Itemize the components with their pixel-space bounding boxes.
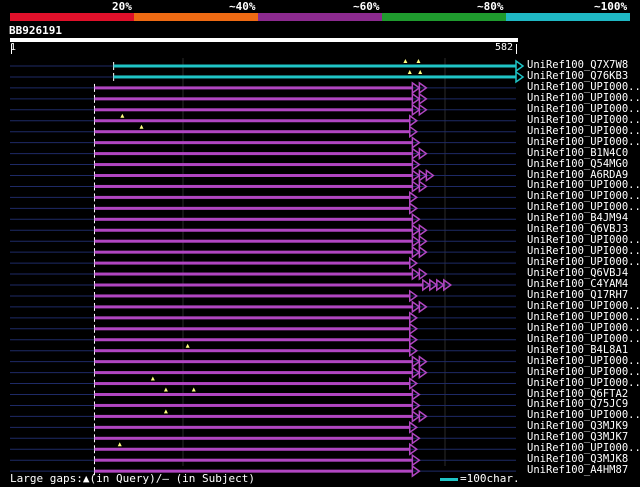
hit-label[interactable]: UniRef100_UPI000.. — [527, 355, 640, 367]
hit-bar[interactable] — [94, 163, 413, 167]
hit-bar[interactable] — [94, 360, 413, 364]
hit-bar[interactable] — [94, 349, 410, 353]
query-gap-marker — [163, 387, 168, 392]
hit-label[interactable]: UniRef100_Q54MG0 — [527, 158, 628, 170]
query-gap-marker — [416, 59, 421, 63]
hit-bar[interactable] — [94, 206, 410, 210]
hit-bar[interactable] — [94, 294, 410, 298]
hit-bar[interactable] — [94, 130, 410, 134]
hit-bar[interactable] — [94, 305, 413, 309]
query-gap-marker — [120, 113, 125, 118]
hit-bar[interactable] — [94, 97, 413, 101]
hit-bar[interactable] — [94, 228, 413, 232]
query-gap-marker — [418, 69, 423, 74]
hit-bar[interactable] — [113, 75, 517, 79]
hit-bar[interactable] — [94, 382, 410, 386]
hit-bar[interactable] — [94, 152, 413, 156]
query-gap-marker — [407, 69, 412, 74]
query-gap-marker — [163, 409, 168, 414]
query-gap-marker — [191, 387, 196, 392]
hit-bar[interactable] — [94, 447, 410, 451]
hit-bar[interactable] — [94, 108, 413, 112]
hit-end-arrow — [515, 70, 525, 84]
hit-label[interactable]: UniRef100_UPI000.. — [527, 377, 640, 389]
hit-bar[interactable] — [94, 250, 413, 254]
hit-label[interactable]: UniRef100_B1N4C0 — [527, 147, 628, 159]
hit-bar[interactable] — [94, 261, 410, 265]
hit-bar[interactable] — [94, 371, 413, 375]
query-gap-marker — [117, 442, 122, 447]
hit-bar[interactable] — [94, 184, 413, 188]
hit-bar[interactable] — [94, 195, 410, 199]
scale-key-bar — [440, 477, 458, 481]
hit-bar[interactable] — [94, 458, 413, 462]
hit-bar[interactable] — [113, 64, 517, 68]
hit-label[interactable]: UniRef100_UPI000.. — [527, 366, 640, 378]
query-gap-marker — [185, 343, 190, 348]
hit-label[interactable]: UniRef100_UPI000.. — [527, 136, 640, 148]
gaps-legend: Large gaps:▲(in Query)/– (in Subject) — [10, 472, 256, 485]
hit-bar[interactable] — [94, 436, 413, 440]
hit-bar[interactable] — [94, 272, 413, 276]
hit-bar[interactable] — [94, 119, 410, 123]
hit-label[interactable]: UniRef100_A4HM87 — [527, 465, 628, 476]
hit-bar[interactable] — [94, 338, 410, 342]
hit-bar[interactable] — [94, 86, 413, 90]
hit-bar[interactable] — [94, 316, 410, 320]
hit-bar[interactable] — [94, 141, 413, 145]
hit-bar[interactable] — [94, 393, 413, 396]
hit-bar[interactable] — [94, 327, 410, 331]
hit-bar[interactable] — [94, 414, 413, 418]
hit-bar[interactable] — [94, 217, 413, 221]
hit-bar[interactable] — [94, 174, 413, 177]
hit-end-arrow — [515, 59, 525, 73]
hit-bar[interactable] — [94, 425, 410, 429]
scale-key: =100char. — [440, 472, 520, 485]
hit-bar[interactable] — [94, 239, 413, 243]
scale-key-text: =100char. — [460, 472, 520, 485]
hit-bar[interactable] — [94, 403, 413, 407]
query-gap-marker — [150, 376, 155, 381]
hit-bar[interactable] — [94, 283, 423, 287]
query-gap-marker — [403, 59, 408, 63]
query-gap-marker — [139, 124, 144, 129]
